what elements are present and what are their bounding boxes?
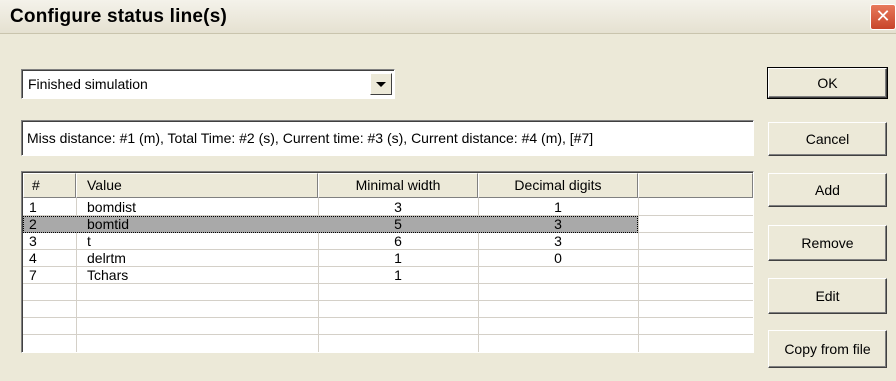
- cell-num: 1: [29, 199, 37, 215]
- column-header-empty[interactable]: [638, 173, 753, 198]
- cell-decimal-digits: 1: [554, 199, 562, 215]
- configure-status-dialog: Configure status line(s) ✕ Finished simu…: [0, 0, 896, 381]
- cell-num: 2: [29, 216, 37, 232]
- grid-line: [23, 334, 753, 335]
- column-header-value[interactable]: Value: [76, 173, 318, 198]
- close-button[interactable]: ✕: [870, 4, 896, 30]
- title-bar[interactable]: Configure status line(s) ✕: [0, 0, 896, 34]
- table-row-selected[interactable]: 2 bomtid 5 3: [23, 216, 638, 233]
- table-header: # Value Minimal width Decimal digits: [23, 173, 753, 198]
- column-header-minimal-width[interactable]: Minimal width: [318, 173, 478, 198]
- status-line-select[interactable]: Finished simulation: [21, 69, 395, 99]
- cell-decimal-digits: 0: [554, 250, 562, 266]
- cell-decimal-digits: 3: [554, 216, 562, 232]
- cell-minimal-width: 6: [394, 233, 402, 249]
- cell-value: bomdist: [87, 199, 137, 215]
- table-row[interactable]: 4 delrtm 1 0: [23, 250, 753, 267]
- format-string-value: Miss distance: #1 (m), Total Time: #2 (s…: [27, 130, 594, 146]
- cell-decimal-digits: 3: [554, 233, 562, 249]
- column-header-num[interactable]: #: [23, 173, 76, 198]
- cell-value: bomtid: [87, 216, 130, 232]
- copy-from-file-button[interactable]: Copy from file: [768, 330, 887, 368]
- grid-line: [23, 317, 753, 318]
- cell-num: 4: [29, 250, 37, 266]
- cell-decimal-digits: [478, 267, 638, 284]
- remove-button[interactable]: Remove: [768, 225, 887, 261]
- column-header-decimal-digits[interactable]: Decimal digits: [478, 173, 638, 198]
- cell-value: delrtm: [87, 250, 126, 266]
- cell-value: t: [87, 233, 91, 249]
- chevron-down-icon: [376, 81, 386, 87]
- cell-minimal-width: 5: [394, 216, 402, 232]
- cell-minimal-width: 1: [394, 250, 402, 266]
- edit-button[interactable]: Edit: [768, 278, 887, 314]
- cancel-button[interactable]: Cancel: [768, 122, 887, 156]
- table-row[interactable]: 7 Tchars 1: [23, 267, 753, 284]
- variables-table[interactable]: # Value Minimal width Decimal digits 1 b…: [21, 171, 754, 353]
- ok-button[interactable]: OK: [767, 67, 888, 99]
- cell-minimal-width: 1: [394, 267, 402, 283]
- add-button[interactable]: Add: [768, 173, 887, 207]
- cell-num: 7: [29, 267, 37, 283]
- cell-num: 3: [29, 233, 37, 249]
- status-line-select-value: Finished simulation: [28, 76, 148, 92]
- table-row[interactable]: 1 bomdist 3 1: [23, 199, 753, 216]
- close-icon: ✕: [875, 6, 891, 27]
- grid-line: [23, 300, 753, 301]
- dropdown-arrow-button[interactable]: [370, 73, 392, 95]
- cell-minimal-width: 3: [394, 199, 402, 215]
- cell-value: Tchars: [87, 267, 129, 283]
- table-row[interactable]: 3 t 6 3: [23, 233, 753, 250]
- format-string-field[interactable]: Miss distance: #1 (m), Total Time: #2 (s…: [21, 120, 754, 156]
- dialog-title: Configure status line(s): [10, 6, 227, 27]
